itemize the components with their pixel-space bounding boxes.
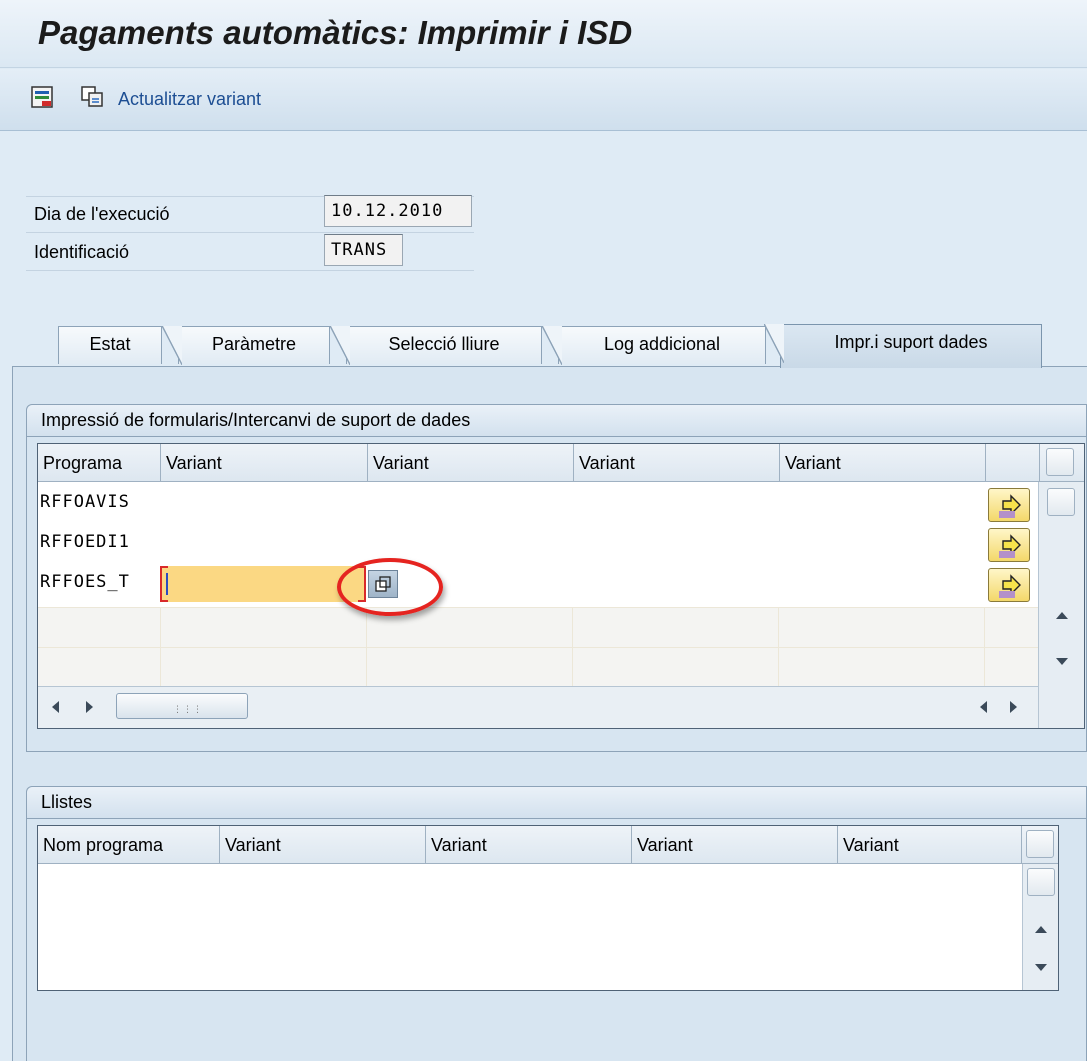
table-row[interactable]: RFFOEDI1 <box>38 524 1038 564</box>
forms-group: Impressió de formularis/Intercanvi de su… <box>26 404 1087 752</box>
field-marker <box>160 566 168 568</box>
grid-line <box>366 608 367 648</box>
highlight-ring-annotation <box>337 558 443 616</box>
grid-line <box>984 608 985 648</box>
tab-label: Impr.i suport dades <box>834 332 988 352</box>
scroll-up-icon[interactable] <box>1056 612 1068 619</box>
program-cell: RFFOAVIS <box>40 492 130 512</box>
copy-icon[interactable] <box>80 85 104 109</box>
table-row[interactable] <box>38 607 1038 648</box>
arrow-right-icon <box>999 574 1021 598</box>
scroll-left-icon[interactable] <box>980 701 987 713</box>
table-row[interactable]: RFFOAVIS <box>38 484 1038 524</box>
run-date-label: Dia de l'execució <box>34 204 170 224</box>
program-cell: RFFOES_T <box>40 572 130 592</box>
save-variant-icon[interactable] <box>30 85 54 109</box>
scroll-right-icon[interactable] <box>86 701 93 713</box>
scroll-down-icon[interactable] <box>1056 658 1068 665</box>
select-all-button[interactable] <box>1027 868 1055 896</box>
vertical-scrollbar[interactable] <box>1038 482 1084 728</box>
table-header: Nom programa Variant Variant Variant Var… <box>38 826 1058 864</box>
forms-group-title: Impressió de formularis/Intercanvi de su… <box>27 405 1086 437</box>
lists-table: Nom programa Variant Variant Variant Var… <box>37 825 1059 991</box>
identification-label: Identificació <box>34 242 130 262</box>
lists-group-title: Llistes <box>27 787 1086 819</box>
scroll-right-icon[interactable] <box>1010 701 1017 713</box>
column-settings-button[interactable] <box>1026 830 1054 858</box>
update-variant-button[interactable]: Actualitzar variant <box>118 89 261 110</box>
column-header[interactable]: Variant <box>220 826 426 864</box>
scroll-thumb[interactable]: ⋮⋮⋮ <box>116 693 248 719</box>
tab-edge <box>764 324 784 363</box>
program-cell: RFFOEDI1 <box>40 532 130 552</box>
scroll-up-icon[interactable] <box>1035 926 1047 933</box>
tab-edge <box>542 326 562 365</box>
tab-seleccio-lliure[interactable]: Selecció lliure <box>330 326 542 365</box>
column-header <box>986 444 1040 482</box>
page-title: Pagaments automàtics: Imprimir i ISD <box>38 14 633 51</box>
column-header[interactable]: Variant <box>574 444 780 482</box>
column-header[interactable]: Variant <box>368 444 574 482</box>
run-date-field[interactable]: 10.12.2010 <box>324 195 472 227</box>
tab-edge <box>330 326 350 365</box>
vertical-scrollbar[interactable] <box>1022 864 1058 990</box>
text-cursor <box>166 573 168 595</box>
divider <box>26 270 474 271</box>
tab-estat[interactable]: Estat <box>58 326 162 364</box>
tab-impr-suport-dades[interactable]: Impr.i suport dades <box>764 324 1042 368</box>
table-row[interactable]: RFFOES_T <box>38 564 1038 604</box>
column-header[interactable]: Variant <box>161 444 368 482</box>
arrow-right-icon <box>999 494 1021 518</box>
tab-log-addicional[interactable]: Log addicional <box>542 326 766 365</box>
grid-line <box>572 608 573 648</box>
divider <box>26 232 474 233</box>
arrow-right-icon <box>999 534 1021 558</box>
identification-field[interactable]: TRANS <box>324 234 403 266</box>
table-body[interactable] <box>38 866 1022 990</box>
grip-icon: ⋮⋮⋮ <box>173 704 203 714</box>
grid-line <box>160 648 161 688</box>
column-header[interactable]: Variant <box>426 826 632 864</box>
grid-line <box>984 648 985 688</box>
application-toolbar: Actualitzar variant <box>0 69 1087 131</box>
tab-label: Paràmetre <box>211 334 297 354</box>
column-header[interactable]: Nom programa <box>38 826 220 864</box>
horizontal-scrollbar[interactable]: ⋮⋮⋮ <box>38 686 1038 728</box>
scroll-down-icon[interactable] <box>1035 964 1047 971</box>
row-detail-button[interactable] <box>988 488 1030 522</box>
tab-parametre[interactable]: Paràmetre <box>162 326 330 365</box>
scroll-left-icon[interactable] <box>52 701 59 713</box>
field-marker <box>160 600 168 602</box>
lists-group: Llistes Nom programa Variant Variant Var… <box>26 786 1087 1061</box>
table-header: Programa Variant Variant Variant Variant <box>38 444 1084 482</box>
tab-label: Log addicional <box>603 334 721 354</box>
grid-line <box>366 648 367 688</box>
table-row[interactable] <box>38 647 1038 688</box>
grid-line <box>778 608 779 648</box>
row-detail-button[interactable] <box>988 528 1030 562</box>
title-bar: Pagaments automàtics: Imprimir i ISD <box>0 0 1087 68</box>
column-header[interactable]: Variant <box>632 826 838 864</box>
column-header[interactable]: Variant <box>838 826 1022 864</box>
grid-line <box>572 648 573 688</box>
tab-edge <box>162 326 182 365</box>
tab-label: Estat <box>89 334 131 354</box>
grid-line <box>778 648 779 688</box>
tab-label: Selecció lliure <box>388 334 500 354</box>
select-all-button[interactable] <box>1047 488 1075 516</box>
column-header[interactable]: Programa <box>38 444 161 482</box>
column-header[interactable]: Variant <box>780 444 986 482</box>
column-settings-button[interactable] <box>1046 448 1074 476</box>
grid-line <box>160 608 161 648</box>
row-detail-button[interactable] <box>988 568 1030 602</box>
variant-input[interactable] <box>160 566 366 602</box>
forms-table: Programa Variant Variant Variant Variant… <box>37 443 1085 729</box>
